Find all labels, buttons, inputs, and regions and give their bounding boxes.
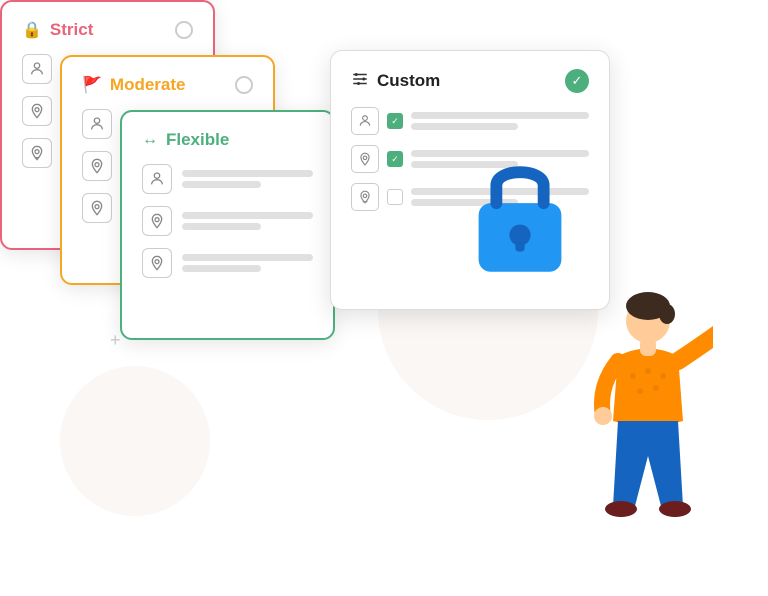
moderate-title-text: Moderate — [110, 75, 186, 95]
custom-checkbox-2[interactable]: ✓ — [387, 151, 403, 167]
flexible-title-text: Flexible — [166, 130, 229, 150]
bg-circle-left — [60, 366, 210, 516]
custom-checkbox-3-empty[interactable] — [387, 189, 403, 205]
flexible-location-icon — [142, 206, 172, 236]
strict-radio[interactable] — [175, 21, 193, 39]
moderate-location-icon — [82, 151, 112, 181]
person-figure — [553, 266, 713, 566]
flexible-person-icon — [142, 164, 172, 194]
custom-checkbox-1[interactable]: ✓ — [387, 113, 403, 129]
main-scene: + + 🔒 Strict — [0, 0, 768, 596]
flexible-row-1-lines — [182, 170, 313, 188]
flexible-row-1 — [142, 164, 313, 194]
flexible-row-2-lines — [182, 212, 313, 230]
strict-title-text: Strict — [50, 20, 93, 40]
card-flexible-title: ↔ Flexible — [142, 130, 229, 150]
custom-person-icon-1 — [351, 107, 379, 135]
custom-row-1-lines — [411, 112, 589, 130]
flexible-row-3-lines — [182, 254, 313, 272]
card-custom-title: Custom — [351, 70, 440, 93]
flexible-row-3 — [142, 248, 313, 278]
custom-row-1: ✓ — [351, 107, 589, 135]
card-custom-header: Custom ✓ — [351, 69, 589, 93]
custom-check-icon: ✓ — [565, 69, 589, 93]
moderate-radio[interactable] — [235, 76, 253, 94]
plus-decoration-1: + — [110, 330, 121, 351]
card-flexible-header: ↔ Flexible — [142, 130, 313, 150]
custom-title-text: Custom — [377, 71, 440, 91]
card-strict-title: 🔒 Strict — [22, 20, 93, 40]
custom-doc-icon-3 — [351, 183, 379, 211]
person-svg — [553, 266, 713, 566]
flexible-row-2 — [142, 206, 313, 236]
strict-doc-icon — [22, 138, 52, 168]
card-flexible[interactable]: ↔ Flexible — [120, 110, 335, 340]
strict-lock-icon: 🔒 — [22, 20, 42, 40]
moderate-person-icon — [82, 109, 112, 139]
custom-settings-icon — [351, 70, 369, 93]
flexible-arrows-icon: ↔ — [142, 131, 158, 149]
card-moderate-header: 🚩 Moderate — [82, 75, 253, 95]
padlock-icon — [460, 150, 580, 280]
strict-person-icon — [22, 54, 52, 84]
flexible-doc-icon — [142, 248, 172, 278]
moderate-flag-icon: 🚩 — [82, 75, 102, 95]
moderate-doc-icon — [82, 193, 112, 223]
card-moderate-title: 🚩 Moderate — [82, 75, 186, 95]
card-strict-header: 🔒 Strict — [22, 20, 193, 40]
strict-location-icon — [22, 96, 52, 126]
custom-location-icon-2 — [351, 145, 379, 173]
lock-container — [460, 150, 580, 285]
